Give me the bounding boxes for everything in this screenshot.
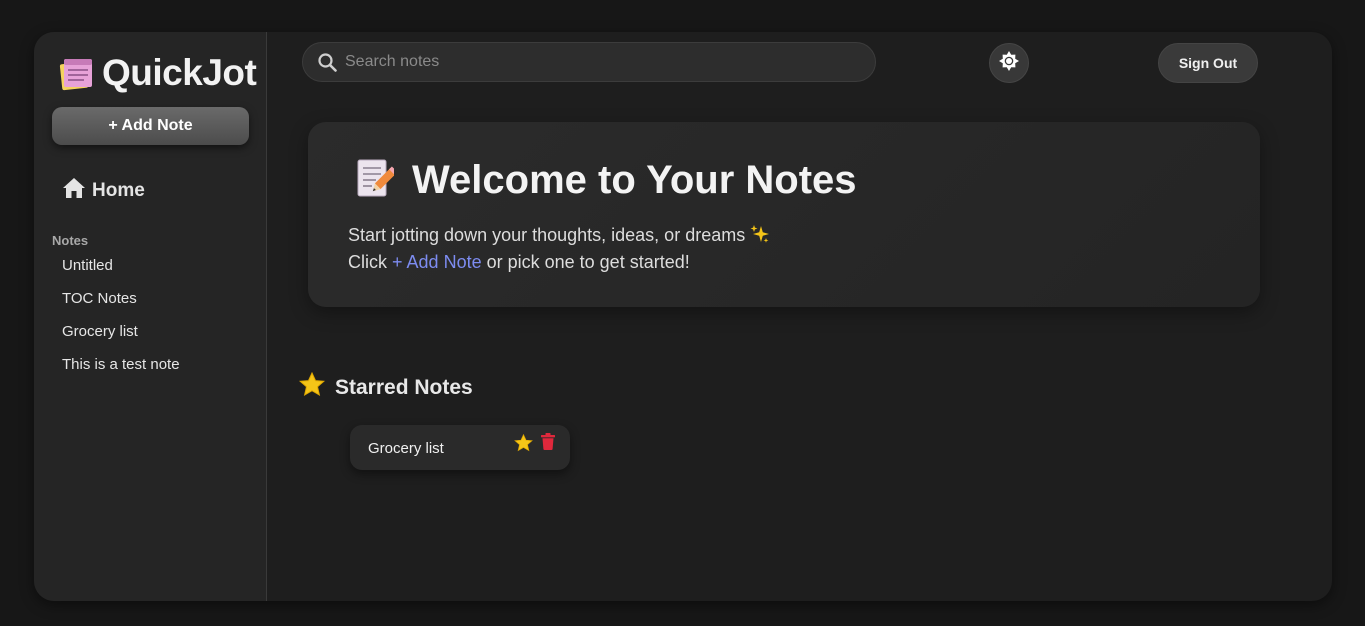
home-icon xyxy=(62,177,86,205)
app-window: QuickJot + Add Note Home Notes Untitled … xyxy=(34,32,1332,601)
star-icon xyxy=(298,371,326,403)
note-card-title: Grocery list xyxy=(368,440,444,457)
theme-toggle-button[interactable] xyxy=(989,43,1029,83)
home-label: Home xyxy=(92,180,145,201)
trash-icon[interactable] xyxy=(541,433,555,455)
star-icon[interactable] xyxy=(514,433,533,457)
sidebar-note-item[interactable]: Grocery list xyxy=(62,322,180,355)
sparkles-icon xyxy=(750,225,770,245)
sidebar-note-item[interactable]: Untitled xyxy=(62,256,180,289)
brand[interactable]: QuickJot xyxy=(58,52,257,94)
sidebar-item-home[interactable]: Home xyxy=(62,177,145,205)
welcome-line1-text: Start jotting down your thoughts, ideas,… xyxy=(348,225,746,245)
notes-section-heading: Notes xyxy=(52,233,89,248)
add-note-link[interactable]: + Add Note xyxy=(392,252,482,272)
sign-out-button[interactable]: Sign Out xyxy=(1158,43,1258,83)
welcome-instruction: Click + Add Note or pick one to get star… xyxy=(348,252,690,273)
notes-logo-icon xyxy=(58,54,96,92)
sidebar: QuickJot + Add Note Home Notes Untitled … xyxy=(34,32,267,601)
search-input[interactable] xyxy=(345,43,845,81)
instruction-prefix: Click xyxy=(348,252,387,272)
theme-toggle-icon xyxy=(999,50,1019,76)
sidebar-note-item[interactable]: TOC Notes xyxy=(62,289,180,322)
note-list: Untitled TOC Notes Grocery list This is … xyxy=(62,256,180,388)
starred-note-card[interactable]: Grocery list xyxy=(350,425,570,470)
search-icon xyxy=(318,53,337,77)
add-note-button[interactable]: + Add Note xyxy=(52,107,249,145)
welcome-heading: Welcome to Your Notes xyxy=(356,158,857,203)
search-bar xyxy=(302,42,876,82)
starred-notes-heading: Starred Notes xyxy=(298,371,473,403)
memo-pencil-icon xyxy=(356,158,398,203)
welcome-card: Welcome to Your Notes Start jotting down… xyxy=(308,122,1260,307)
app-title: QuickJot xyxy=(102,52,257,93)
instruction-suffix: or pick one to get started! xyxy=(486,252,690,272)
sidebar-note-item[interactable]: This is a test note xyxy=(62,355,180,388)
welcome-subtitle: Start jotting down your thoughts, ideas,… xyxy=(348,224,770,246)
starred-heading-label: Starred Notes xyxy=(335,375,473,399)
welcome-title: Welcome to Your Notes xyxy=(412,158,857,202)
